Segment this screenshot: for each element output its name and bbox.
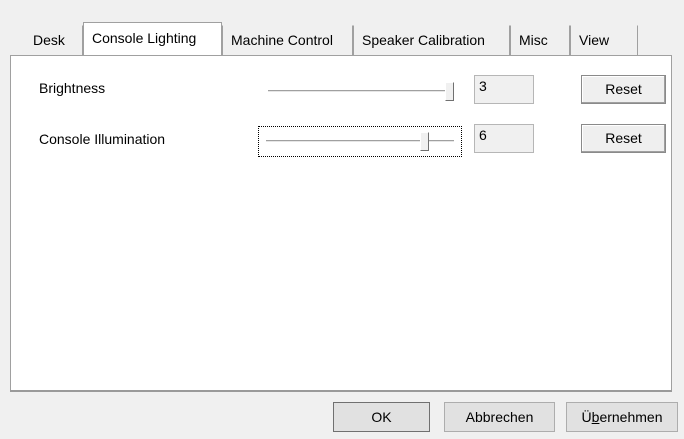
apply-label-rest: ernehmen bbox=[599, 409, 663, 425]
tab-label: Console Lighting bbox=[92, 30, 197, 46]
tab-label: Speaker Calibration bbox=[362, 32, 485, 48]
brightness-label: Brightness bbox=[39, 80, 106, 96]
tab-label: Machine Control bbox=[231, 32, 333, 48]
tab-console-lighting[interactable]: Console Lighting bbox=[83, 22, 222, 55]
tab-label: Desk bbox=[33, 32, 65, 48]
tab-misc[interactable]: Misc bbox=[510, 25, 570, 55]
brightness-value: 3 bbox=[474, 75, 534, 104]
apply-label-first: Ü bbox=[581, 409, 592, 425]
reset-console-illumination-button[interactable]: Reset bbox=[581, 124, 666, 153]
tab-label: View bbox=[579, 32, 610, 48]
console-illumination-slider[interactable] bbox=[258, 126, 462, 157]
tab-panel-console-lighting bbox=[10, 55, 672, 391]
cancel-button[interactable]: Abbrechen bbox=[444, 402, 555, 432]
slider-thumb[interactable] bbox=[419, 132, 429, 151]
brightness-slider[interactable] bbox=[260, 78, 460, 104]
reset-brightness-button[interactable]: Reset bbox=[581, 75, 666, 104]
tab-machine-control[interactable]: Machine Control bbox=[222, 25, 353, 55]
console-illumination-value: 6 bbox=[474, 124, 534, 153]
tab-desk[interactable]: Desk bbox=[25, 25, 83, 55]
tab-speaker-calibration[interactable]: Speaker Calibration bbox=[353, 25, 510, 55]
tab-label: Misc bbox=[519, 32, 548, 48]
slider-track bbox=[268, 90, 452, 93]
panel-bottom-border bbox=[10, 390, 672, 392]
tab-view[interactable]: View bbox=[570, 25, 638, 55]
console-illumination-label: Console Illumination bbox=[39, 131, 166, 147]
ok-button[interactable]: OK bbox=[333, 402, 430, 432]
slider-thumb[interactable] bbox=[445, 82, 454, 101]
tab-strip-divider bbox=[10, 55, 672, 56]
apply-button[interactable]: Übernehmen bbox=[566, 402, 678, 432]
